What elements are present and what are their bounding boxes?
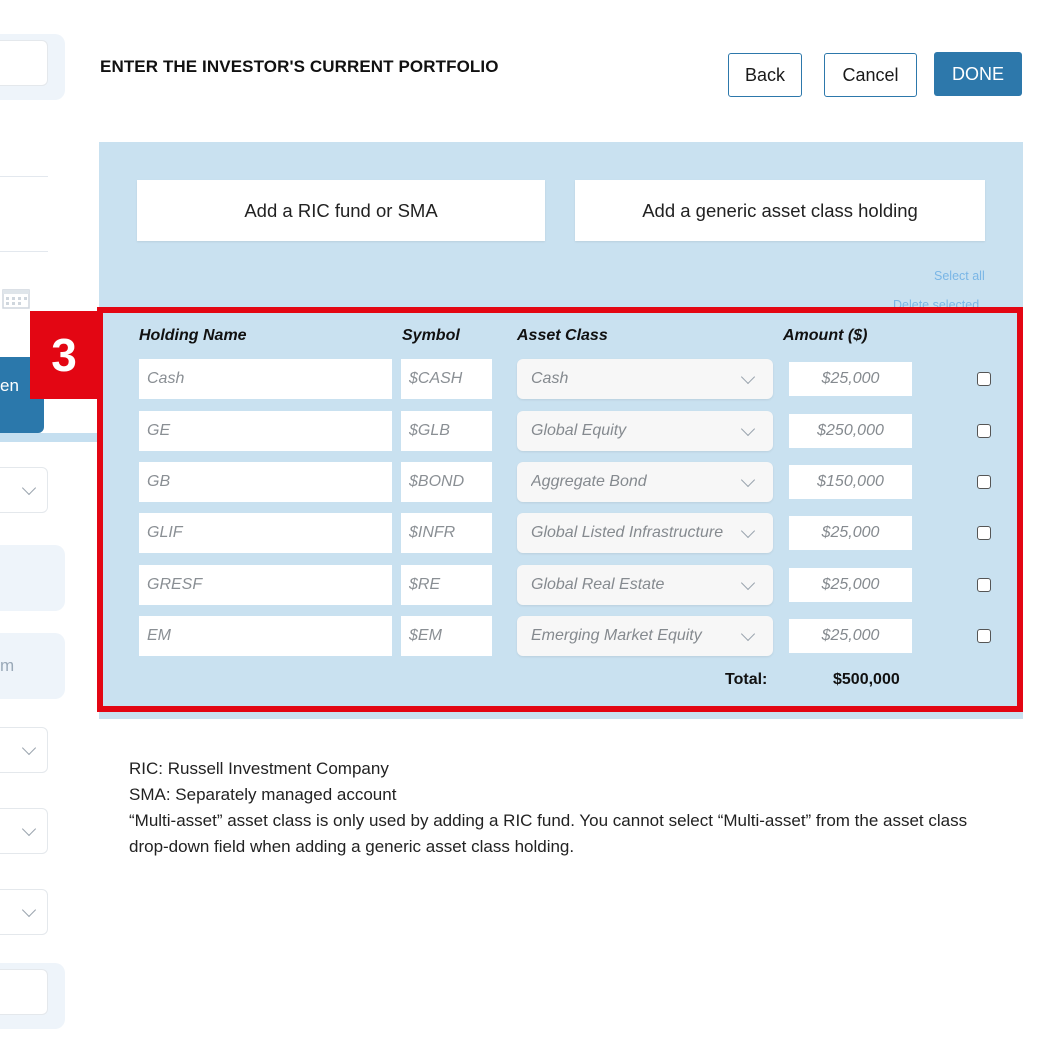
left-panel-button-label: en xyxy=(0,376,19,395)
left-panel-divider xyxy=(0,176,48,177)
left-panel-field-text: m xyxy=(0,656,15,675)
footnotes: RIC: Russell Investment Company SMA: Sep… xyxy=(129,756,1009,860)
step-marker: 3 xyxy=(30,311,98,399)
left-panel-divider xyxy=(0,251,48,252)
add-ric-fund-button[interactable]: Add a RIC fund or SMA xyxy=(137,180,545,241)
left-panel-input-bottom[interactable] xyxy=(0,969,48,1015)
add-generic-holding-button[interactable]: Add a generic asset class holding xyxy=(575,180,985,241)
calendar-icon[interactable] xyxy=(2,287,30,309)
done-button[interactable]: DONE xyxy=(934,52,1022,96)
select-all-link[interactable]: Select all xyxy=(934,269,985,283)
footnote-sma: SMA: Separately managed account xyxy=(129,785,397,804)
page-title: ENTER THE INVESTOR'S CURRENT PORTFOLIO xyxy=(100,57,499,76)
left-panel-input-top[interactable] xyxy=(0,40,48,86)
footnote-ric: RIC: Russell Investment Company xyxy=(129,759,389,778)
left-panel-strip xyxy=(0,433,98,442)
highlight-box xyxy=(97,307,1023,712)
footnote-multi-asset: “Multi-asset” asset class is only used b… xyxy=(129,811,968,856)
cancel-button[interactable]: Cancel xyxy=(824,53,917,97)
back-button[interactable]: Back xyxy=(728,53,802,97)
left-panel-card xyxy=(0,545,65,611)
